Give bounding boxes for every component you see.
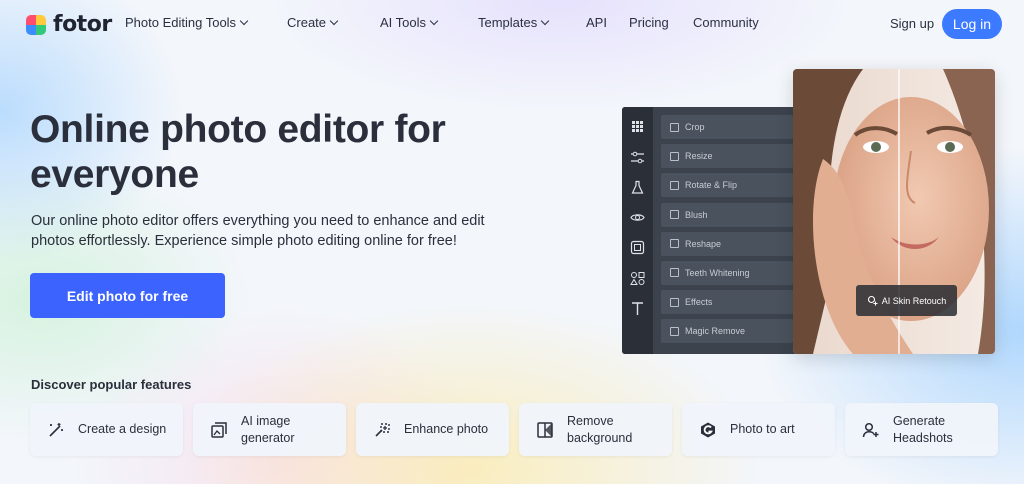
feature-card-enhance-photo[interactable]: Enhance photo bbox=[356, 403, 509, 456]
nav-label: Templates bbox=[478, 15, 538, 30]
edit-photo-button[interactable]: Edit photo for free bbox=[30, 273, 225, 318]
nav-label: Photo Editing Tools bbox=[125, 15, 237, 30]
g-logo-icon bbox=[701, 422, 715, 437]
features-heading: Discover popular features bbox=[31, 377, 192, 392]
tool-label: Resize bbox=[685, 151, 713, 162]
tool-label: Crop bbox=[685, 122, 705, 132]
chevron-down-icon bbox=[541, 16, 550, 25]
editor-side-toolbar bbox=[622, 107, 653, 354]
reshape-icon bbox=[670, 239, 679, 249]
hero-description: Our online photo editor offers everythin… bbox=[31, 213, 485, 249]
tool-reshape[interactable]: Reshape bbox=[661, 231, 793, 256]
tool-crop[interactable]: Crop bbox=[661, 115, 793, 139]
text-icon bbox=[632, 302, 643, 315]
ai-sparkle-icon bbox=[867, 295, 878, 306]
nav-label: Community bbox=[693, 15, 759, 30]
tool-label: Blush bbox=[685, 209, 708, 220]
effects-icon bbox=[670, 297, 679, 307]
feature-card-create-design[interactable]: Create a design bbox=[30, 403, 183, 456]
feature-label: Generate Headshots bbox=[893, 413, 953, 445]
grid-icon bbox=[632, 121, 643, 132]
blush-icon bbox=[670, 210, 679, 220]
sparkle-wand-icon bbox=[375, 422, 390, 437]
nav-label: Create bbox=[287, 15, 327, 30]
tool-rotate-flip[interactable]: Rotate & Flip bbox=[661, 173, 793, 198]
frame-icon bbox=[630, 240, 645, 255]
nav-ai-tools[interactable]: AI Tools bbox=[380, 15, 439, 30]
nav-templates[interactable]: Templates bbox=[478, 15, 550, 30]
magic-wand-icon bbox=[49, 422, 63, 437]
tool-label: Magic Remove bbox=[685, 326, 746, 337]
editor-panel-mockup: Crop Resize Rotate & Flip Blush Reshape … bbox=[622, 107, 796, 354]
signup-link[interactable]: Sign up bbox=[890, 16, 934, 31]
editor-tool-list: Crop Resize Rotate & Flip Blush Reshape … bbox=[661, 115, 793, 349]
nav-photo-editing-tools[interactable]: Photo Editing Tools bbox=[125, 15, 249, 30]
cutout-icon bbox=[537, 421, 553, 438]
feature-label: Create a design bbox=[78, 422, 167, 436]
tool-label: Teeth Whitening bbox=[685, 267, 750, 278]
nav-create[interactable]: Create bbox=[287, 15, 339, 30]
tool-blush[interactable]: Blush bbox=[661, 202, 793, 227]
nav-label: AI Tools bbox=[380, 15, 427, 30]
adjust-sliders-icon bbox=[631, 151, 644, 164]
feature-cards: Create a design AI image generator Enhan… bbox=[30, 403, 998, 456]
logo-mark-icon bbox=[26, 14, 46, 35]
tool-label: Reshape bbox=[685, 238, 722, 249]
fotor-logo[interactable]: fotor bbox=[26, 12, 112, 37]
tooth-icon bbox=[670, 268, 679, 278]
feature-label: Photo to art bbox=[730, 422, 795, 436]
feature-card-photo-to-art[interactable]: Photo to art bbox=[682, 403, 835, 456]
feature-label: Enhance photo bbox=[404, 422, 489, 436]
resize-icon bbox=[670, 151, 679, 161]
nav-community[interactable]: Community bbox=[693, 15, 759, 30]
flask-icon bbox=[631, 180, 644, 194]
ai-skin-retouch-badge[interactable]: AI Skin Retouch bbox=[856, 285, 957, 316]
feature-card-ai-image-generator[interactable]: AI image generator bbox=[193, 403, 346, 456]
chevron-down-icon bbox=[329, 16, 339, 25]
eraser-icon bbox=[670, 326, 679, 336]
tool-effects[interactable]: Effects bbox=[661, 290, 793, 315]
image-stack-icon bbox=[211, 421, 227, 438]
person-plus-icon bbox=[862, 422, 879, 437]
top-nav: fotor Photo Editing Tools Create AI Tool… bbox=[0, 0, 1024, 48]
tool-label: Effects bbox=[685, 297, 713, 308]
tool-teeth-whitening[interactable]: Teeth Whitening bbox=[661, 260, 793, 285]
chevron-down-icon bbox=[239, 16, 249, 25]
feature-card-remove-background[interactable]: Remove background bbox=[519, 403, 672, 456]
chevron-down-icon bbox=[429, 16, 439, 25]
tool-label: Rotate & Flip bbox=[685, 180, 738, 191]
nav-label: Pricing bbox=[629, 15, 669, 30]
eye-icon bbox=[630, 214, 645, 221]
feature-card-generate-headshots[interactable]: Generate Headshots bbox=[845, 403, 998, 456]
nav-pricing[interactable]: Pricing bbox=[629, 15, 669, 30]
feature-label: Remove background bbox=[567, 413, 633, 445]
feature-label: AI image generator bbox=[241, 413, 295, 445]
tool-magic-remove[interactable]: Magic Remove bbox=[661, 319, 793, 344]
logo-text: fotor bbox=[53, 12, 112, 37]
nav-api[interactable]: API bbox=[586, 15, 607, 30]
login-button[interactable]: Log in bbox=[942, 9, 1002, 39]
elements-icon bbox=[630, 272, 645, 285]
badge-label: AI Skin Retouch bbox=[881, 295, 947, 306]
hero-title: Online photo editor for everyone bbox=[30, 108, 446, 196]
rotate-icon bbox=[670, 180, 679, 190]
crop-icon bbox=[670, 122, 679, 132]
tool-resize[interactable]: Resize bbox=[661, 144, 793, 169]
nav-label: API bbox=[586, 15, 607, 30]
